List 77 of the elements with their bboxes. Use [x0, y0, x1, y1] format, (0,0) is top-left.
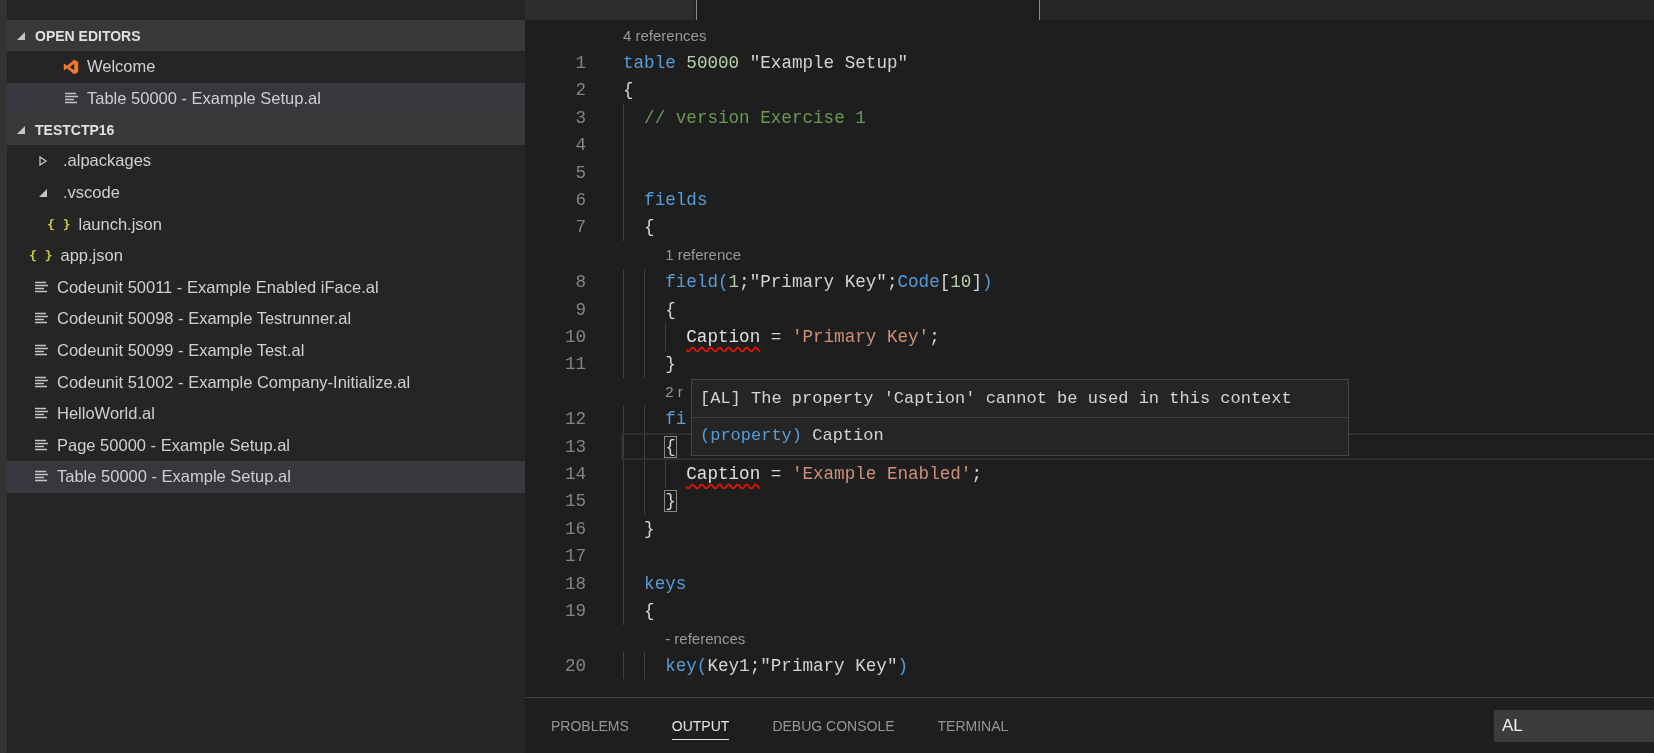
code-line: } [665, 491, 676, 512]
file-item[interactable]: { } launch.json [7, 208, 525, 240]
chevron-icon[interactable] [39, 187, 48, 198]
braces-icon: { } [29, 248, 53, 264]
line-number: 14 [563, 463, 586, 484]
code-line: // version Exercise 1 [644, 107, 866, 128]
line-number: 8 [574, 272, 586, 293]
lines-icon [34, 470, 48, 484]
code-line: { [644, 600, 655, 621]
chevron-icon[interactable] [17, 30, 26, 41]
file-item[interactable]: Codeunit 50099 - Example Test.al [7, 334, 525, 367]
code-lens[interactable]: - references [665, 629, 746, 647]
panel-tab[interactable]: TERMINAL [937, 711, 1009, 740]
code-line: Caption = 'Example Enabled'; [686, 463, 982, 484]
code-line: { [644, 217, 655, 238]
error-message: [AL] The property 'Caption' cannot be used in this context [692, 380, 1348, 418]
line-number: 10 [563, 327, 586, 347]
braces-icon: { } [47, 216, 71, 232]
file-item[interactable]: Table 50000 - Example Setup.al [7, 461, 525, 493]
code-line: table 50000 "Example Setup" [623, 53, 909, 74]
line-number: 11 [563, 354, 586, 375]
line-number: 19 [563, 600, 586, 621]
line-number: 16 [563, 518, 586, 539]
code-line: keys [644, 573, 687, 594]
file-item[interactable]: { } app.json [7, 239, 525, 272]
code-line: fields [644, 190, 708, 211]
code-lens[interactable]: 1 reference [665, 246, 742, 264]
line-number: 2 [574, 80, 586, 101]
file-item[interactable]: HelloWorld.al [7, 397, 525, 430]
folder-item[interactable]: .vscode [7, 176, 525, 209]
line-number: 13 [563, 436, 586, 457]
open-editor-item[interactable]: Table 50000 - Example Setup.al [7, 82, 525, 115]
code-lens[interactable]: 4 references [623, 27, 707, 45]
chevron-icon[interactable] [17, 124, 26, 135]
code-line: Caption = 'Primary Key'; [686, 327, 940, 347]
code-line: fi [665, 409, 687, 430]
code-line: field(1;"Primary Key";Code[10]) [665, 272, 993, 293]
code-line: { [623, 80, 634, 101]
signature-text: (property) Caption [699, 425, 885, 447]
code-line: { [665, 436, 676, 457]
panel-tab[interactable]: DEBUG CONSOLE [772, 711, 895, 740]
lines-icon [34, 312, 48, 326]
line-number: 20 [563, 655, 586, 676]
line-number: 3 [574, 107, 586, 128]
folder-item[interactable]: .alpackages [7, 145, 525, 177]
file-item[interactable]: Codeunit 51002 - Example Company-Initialize.al [7, 366, 525, 398]
line-number: 9 [574, 299, 586, 320]
lines-icon [64, 91, 78, 105]
file-item[interactable]: Page 50000 - Example Setup.al [7, 429, 525, 462]
code-line: key(Key1;"Primary Key") [665, 655, 909, 676]
file-item[interactable]: Codeunit 50098 - Example Testrunner.al [7, 303, 525, 335]
lines-icon [34, 344, 48, 358]
line-number: 17 [563, 546, 586, 567]
line-number: 6 [574, 190, 586, 211]
line-number: 12 [563, 409, 586, 430]
open-editor-item[interactable]: Welcome [7, 51, 525, 83]
line-number: 18 [563, 573, 586, 594]
output-channel-dropdown[interactable]: AL [1494, 709, 1654, 742]
lines-icon [34, 375, 48, 389]
lines-icon [34, 438, 48, 452]
panel-tab[interactable]: PROBLEMS [551, 711, 629, 740]
line-number: 7 [574, 217, 586, 238]
line-number: 1 [574, 53, 586, 74]
line-number: 5 [574, 162, 586, 183]
section-header[interactable]: OPEN EDITORS [7, 20, 525, 51]
code-line: } [665, 354, 676, 375]
file-item[interactable]: Codeunit 50011 - Example Enabled iFace.al [7, 271, 525, 304]
panel-tab[interactable]: OUTPUT [671, 711, 730, 740]
section-header[interactable]: TESTCTP16 [7, 114, 525, 146]
line-number: 15 [563, 491, 586, 512]
lines-icon [34, 407, 48, 421]
code-line: } [644, 518, 655, 539]
lines-icon [34, 280, 48, 294]
line-number: 4 [574, 135, 586, 156]
code-line: { [665, 299, 676, 320]
chevron-icon[interactable] [39, 156, 48, 166]
code-lens[interactable]: 2 r [665, 383, 683, 401]
